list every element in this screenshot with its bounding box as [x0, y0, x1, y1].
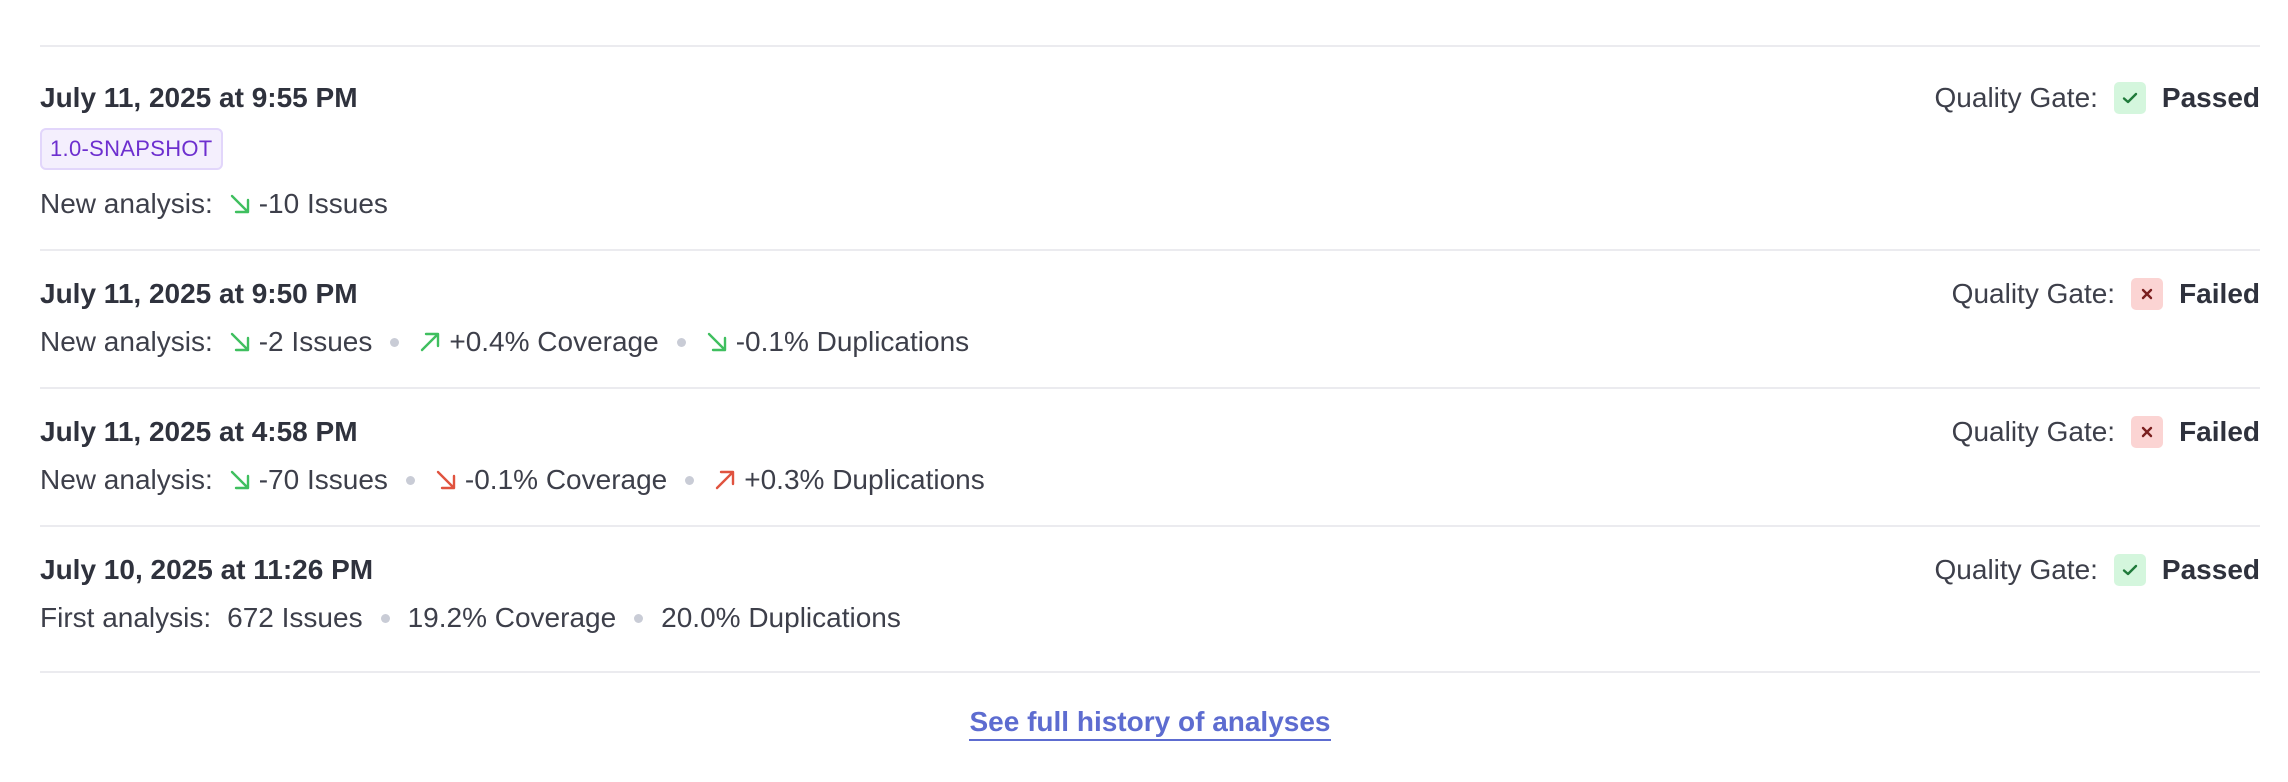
metric-separator: [685, 475, 695, 485]
quality-gate: Quality Gate: Failed: [1952, 278, 2260, 310]
metric-value: -2 Issues: [258, 326, 373, 357]
arrow-down-right-icon: [230, 470, 249, 490]
metric-separator: [676, 337, 686, 347]
duplications-metric: +0.3% Duplications: [712, 464, 985, 496]
quality-gate-status: Failed: [2179, 416, 2260, 447]
analysis-type-label: New analysis:: [40, 188, 213, 219]
quality-gate: Quality Gate: Failed: [1952, 416, 2260, 448]
history-link-container: See full history of analyses: [40, 706, 2260, 741]
quality-gate-status: Passed: [2161, 554, 2260, 585]
quality-gate: Quality Gate: Passed: [1935, 554, 2260, 586]
analysis-type-label: New analysis:: [40, 464, 213, 495]
version-badge: 1.0-SNAPSHOT: [40, 128, 223, 170]
analysis-metrics: First analysis: 672 Issues 19.2% Coverag…: [40, 602, 901, 634]
cross-icon: [2131, 416, 2164, 448]
arrow-down-right-icon: [230, 194, 249, 214]
quality-gate-label: Quality Gate:: [1934, 82, 2098, 113]
quality-gate: Quality Gate: Passed: [1935, 82, 2260, 114]
row-divider: [40, 525, 2260, 527]
metric-separator: [380, 613, 390, 623]
metric-value: -70 Issues: [258, 464, 388, 495]
analysis-metrics: New analysis: -70 Issues -0.1% Coverage …: [40, 464, 985, 496]
coverage-metric: 19.2% Coverage: [408, 602, 617, 634]
row-divider: [40, 671, 2260, 673]
cross-icon: [2131, 278, 2164, 310]
row-divider: [40, 249, 2260, 251]
row-divider: [40, 387, 2260, 389]
issues-metric: -10 Issues: [227, 188, 388, 220]
analysis-date: July 11, 2025 at 4:58 PM: [40, 416, 358, 447]
analysis-type-label: First analysis:: [40, 602, 212, 633]
metric-value: 19.2% Coverage: [407, 602, 617, 633]
metric-value: 672 Issues: [227, 602, 363, 633]
metric-value: +0.3% Duplications: [744, 464, 985, 495]
metric-separator: [634, 613, 644, 623]
coverage-metric: +0.4% Coverage: [417, 326, 659, 358]
analysis-metrics: New analysis: -10 Issues: [40, 188, 388, 220]
metric-value: -10 Issues: [258, 188, 388, 219]
arrow-up-right-icon: [421, 332, 440, 352]
issues-metric: 672 Issues: [227, 602, 362, 634]
quality-gate-label: Quality Gate:: [1934, 554, 2098, 585]
arrow-down-right-icon: [707, 332, 726, 352]
coverage-metric: -0.1% Coverage: [433, 464, 667, 496]
analysis-metrics: New analysis: -2 Issues +0.4% Coverage -…: [40, 326, 969, 358]
see-full-history-link[interactable]: See full history of analyses: [969, 706, 1331, 741]
arrow-down-right-icon: [436, 470, 456, 490]
arrow-down-right-icon: [230, 332, 249, 352]
duplications-metric: 20.0% Duplications: [661, 602, 901, 634]
arrow-up-right-icon: [716, 470, 735, 490]
duplications-metric: -0.1% Duplications: [704, 326, 969, 358]
metric-value: -0.1% Coverage: [464, 464, 668, 495]
analysis-date: July 11, 2025 at 9:55 PM: [40, 82, 358, 113]
metric-separator: [390, 337, 400, 347]
check-icon: [2113, 82, 2146, 114]
quality-gate-label: Quality Gate:: [1951, 416, 2116, 447]
quality-gate-status: Failed: [2179, 278, 2260, 309]
issues-metric: -70 Issues: [227, 464, 388, 496]
quality-gate-label: Quality Gate:: [1951, 278, 2116, 309]
quality-gate-status: Passed: [2161, 82, 2260, 113]
metric-value: -0.1% Duplications: [735, 326, 970, 357]
analysis-date: July 10, 2025 at 11:26 PM: [40, 554, 374, 585]
issues-metric: -2 Issues: [227, 326, 373, 358]
metric-value: 20.0% Duplications: [661, 602, 901, 633]
analysis-type-label: New analysis:: [40, 326, 213, 357]
metric-separator: [405, 475, 415, 485]
metric-value: +0.4% Coverage: [449, 326, 659, 357]
top-divider: [40, 45, 2260, 47]
analysis-date: July 11, 2025 at 9:50 PM: [40, 278, 358, 309]
check-icon: [2113, 554, 2146, 586]
